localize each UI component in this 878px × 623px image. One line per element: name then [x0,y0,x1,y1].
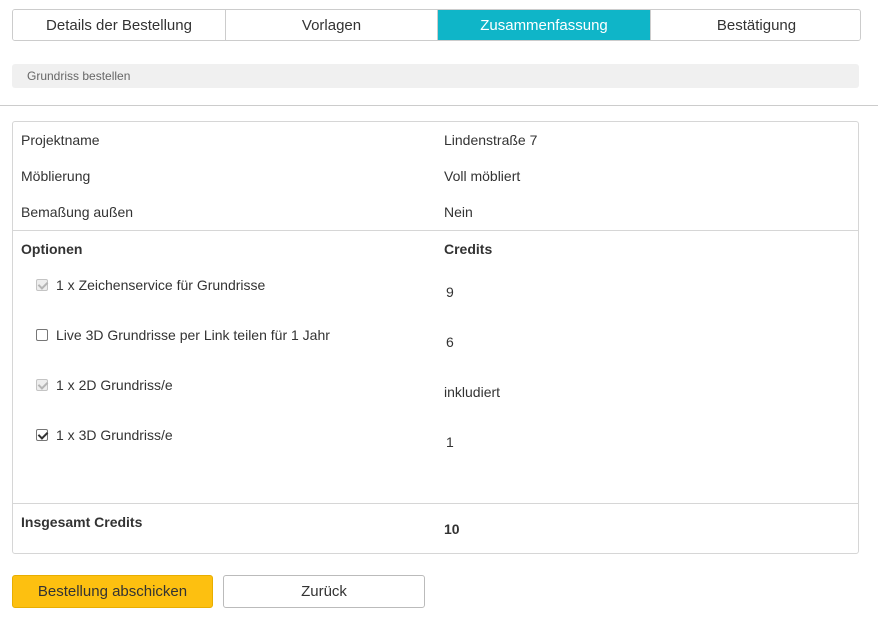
option-checkbox-3d-grundriss[interactable] [36,429,48,441]
back-button[interactable]: Zurück [223,575,425,608]
option-credits-2d-grundriss: inkludiert [444,384,501,400]
tab-zusammenfassung[interactable]: Zusammenfassung [438,10,651,40]
options-divider [13,230,858,231]
option-credits-live-3d: 6 [446,334,454,350]
tab-details[interactable]: Details der Bestellung [13,10,226,40]
option-credits-3d-grundriss: 1 [446,434,454,450]
credits-header: Credits [444,241,493,257]
total-divider [13,503,858,504]
submit-order-button[interactable]: Bestellung abschicken [12,575,213,608]
option-2d-grundriss: 1 x 2D Grundriss/e [36,377,173,393]
option-checkbox-2d-grundriss[interactable] [36,379,48,391]
option-label: 1 x 2D Grundriss/e [56,377,173,393]
option-checkbox-zeichenservice[interactable] [36,279,48,291]
options-header: Optionen [21,241,83,257]
summary-label-bemassung: Bemaßung außen [21,204,134,220]
option-label: Live 3D Grundrisse per Link teilen für 1… [56,327,330,343]
summary-label-projektname: Projektname [21,132,100,148]
summary-label-moeblierung: Möblierung [21,168,91,184]
option-label: 1 x 3D Grundriss/e [56,427,173,443]
total-label: Insgesamt Credits [21,514,143,530]
option-credits-zeichenservice: 9 [446,284,454,300]
breadcrumb: Grundriss bestellen [12,64,859,88]
summary-value-bemassung: Nein [444,204,473,220]
option-live-3d: Live 3D Grundrisse per Link teilen für 1… [36,327,330,343]
order-summary-panel: Projektname Lindenstraße 7 Möblierung Vo… [12,121,859,554]
summary-value-projektname: Lindenstraße 7 [444,132,538,148]
option-label: 1 x Zeichenservice für Grundrisse [56,277,266,293]
total-value: 10 [444,521,460,537]
tab-bestaetigung[interactable]: Bestätigung [651,10,860,40]
option-zeichenservice: 1 x Zeichenservice für Grundrisse [36,277,265,293]
tab-vorlagen[interactable]: Vorlagen [226,10,438,40]
section-divider [0,105,878,106]
option-3d-grundriss: 1 x 3D Grundriss/e [36,427,173,443]
step-tabs: Details der Bestellung Vorlagen Zusammen… [12,9,861,41]
summary-value-moeblierung: Voll möbliert [444,168,521,184]
option-checkbox-live-3d[interactable] [36,329,48,341]
